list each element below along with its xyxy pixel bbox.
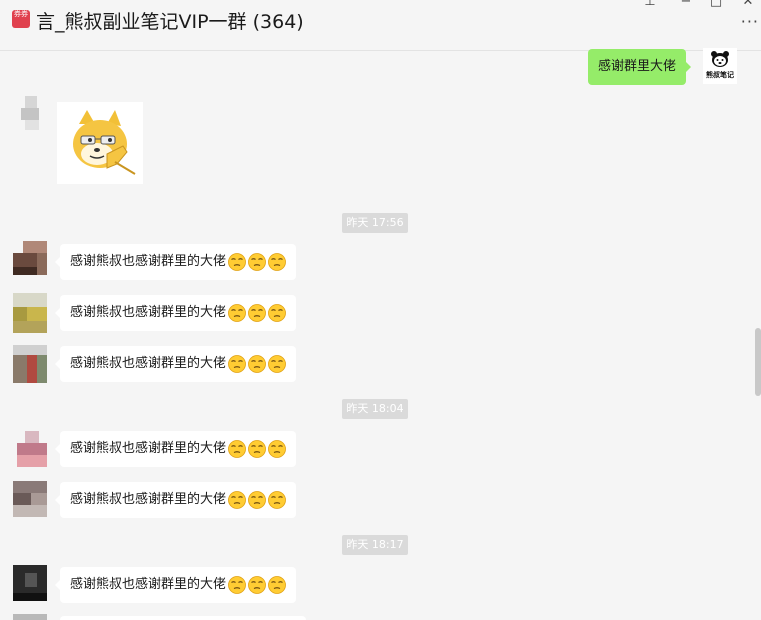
sender-avatar[interactable] bbox=[13, 565, 47, 601]
message-bubble[interactable]: 感谢熊叔也感谢群里的大佬 bbox=[54, 482, 297, 518]
smirk-face-emoji-icon bbox=[228, 439, 246, 458]
group-chat-icon: 券券 bbox=[12, 10, 30, 28]
sender-avatar[interactable] bbox=[13, 241, 47, 275]
message-bubble[interactable]: 感谢熊叔也感谢群里的大佬 bbox=[54, 295, 297, 331]
sender-avatar[interactable] bbox=[13, 481, 47, 517]
timestamp: 昨天 18:17 bbox=[342, 535, 408, 555]
smirk-face-emoji-icon bbox=[228, 575, 246, 594]
message-bubble[interactable]: 感谢熊叔也感谢群里的大佬 bbox=[54, 244, 297, 280]
doge-sticker-icon bbox=[73, 110, 136, 175]
smirk-face-emoji-icon bbox=[248, 354, 266, 373]
smirk-face-emoji-icon bbox=[268, 354, 286, 373]
message-text: 感谢熊叔也感谢群里的大佬 bbox=[70, 492, 227, 507]
chat-scrollbar[interactable] bbox=[755, 328, 761, 396]
maximize-button[interactable]: □ bbox=[706, 0, 726, 9]
message-bubble[interactable]: 感谢熊叔也感谢群里的大佬 bbox=[54, 346, 297, 382]
avatar-caption: 熊叔笔记 bbox=[706, 70, 734, 79]
self-message-bubble[interactable]: 感谢群里大佬 bbox=[588, 49, 692, 85]
smirk-face-emoji-icon bbox=[228, 490, 246, 509]
close-button[interactable]: ✕ bbox=[738, 0, 758, 9]
sender-avatar[interactable] bbox=[13, 431, 47, 467]
smirk-face-emoji-icon bbox=[228, 252, 246, 271]
smirk-face-emoji-icon bbox=[268, 490, 286, 509]
minimize-button[interactable]: − bbox=[676, 0, 696, 9]
sender-avatar[interactable] bbox=[13, 96, 47, 130]
smirk-face-emoji-icon bbox=[228, 354, 246, 373]
message-text: 感谢熊叔也感谢群里的大佬 bbox=[70, 577, 227, 592]
message-bubble[interactable] bbox=[60, 616, 306, 620]
bear-logo-icon bbox=[711, 51, 729, 67]
self-avatar[interactable]: 熊叔笔记 bbox=[703, 48, 737, 84]
smirk-face-emoji-icon bbox=[248, 439, 266, 458]
sender-avatar[interactable] bbox=[13, 614, 47, 620]
smirk-face-emoji-icon bbox=[268, 439, 286, 458]
smirk-face-emoji-icon bbox=[248, 490, 266, 509]
sticker-image[interactable] bbox=[57, 102, 143, 184]
message-text: 感谢熊叔也感谢群里的大佬 bbox=[70, 254, 227, 269]
smirk-face-emoji-icon bbox=[268, 252, 286, 271]
sender-avatar[interactable] bbox=[13, 345, 47, 383]
smirk-face-emoji-icon bbox=[268, 303, 286, 322]
message-bubble[interactable]: 感谢熊叔也感谢群里的大佬 bbox=[54, 567, 297, 603]
sender-avatar[interactable] bbox=[13, 293, 47, 333]
smirk-face-emoji-icon bbox=[228, 303, 246, 322]
timestamp: 昨天 17:56 bbox=[342, 213, 408, 233]
message-text: 感谢熊叔也感谢群里的大佬 bbox=[70, 305, 227, 320]
smirk-face-emoji-icon bbox=[248, 252, 266, 271]
message-text: 感谢熊叔也感谢群里的大佬 bbox=[70, 356, 227, 371]
chat-title: 言_熊叔副业笔记VIP一群 (364) bbox=[36, 11, 304, 33]
message-text: 感谢群里大佬 bbox=[598, 59, 677, 74]
pin-button[interactable]: ⊥ bbox=[640, 0, 660, 9]
smirk-face-emoji-icon bbox=[248, 303, 266, 322]
timestamp: 昨天 18:04 bbox=[342, 399, 408, 419]
more-options-button[interactable]: ··· bbox=[741, 12, 759, 31]
message-bubble[interactable]: 感谢熊叔也感谢群里的大佬 bbox=[54, 431, 297, 467]
title-bar: 券券 言_熊叔副业笔记VIP一群 (364) ⊥ − □ ✕ ··· bbox=[0, 0, 761, 51]
smirk-face-emoji-icon bbox=[268, 575, 286, 594]
smirk-face-emoji-icon bbox=[248, 575, 266, 594]
message-text: 感谢熊叔也感谢群里的大佬 bbox=[70, 441, 227, 456]
